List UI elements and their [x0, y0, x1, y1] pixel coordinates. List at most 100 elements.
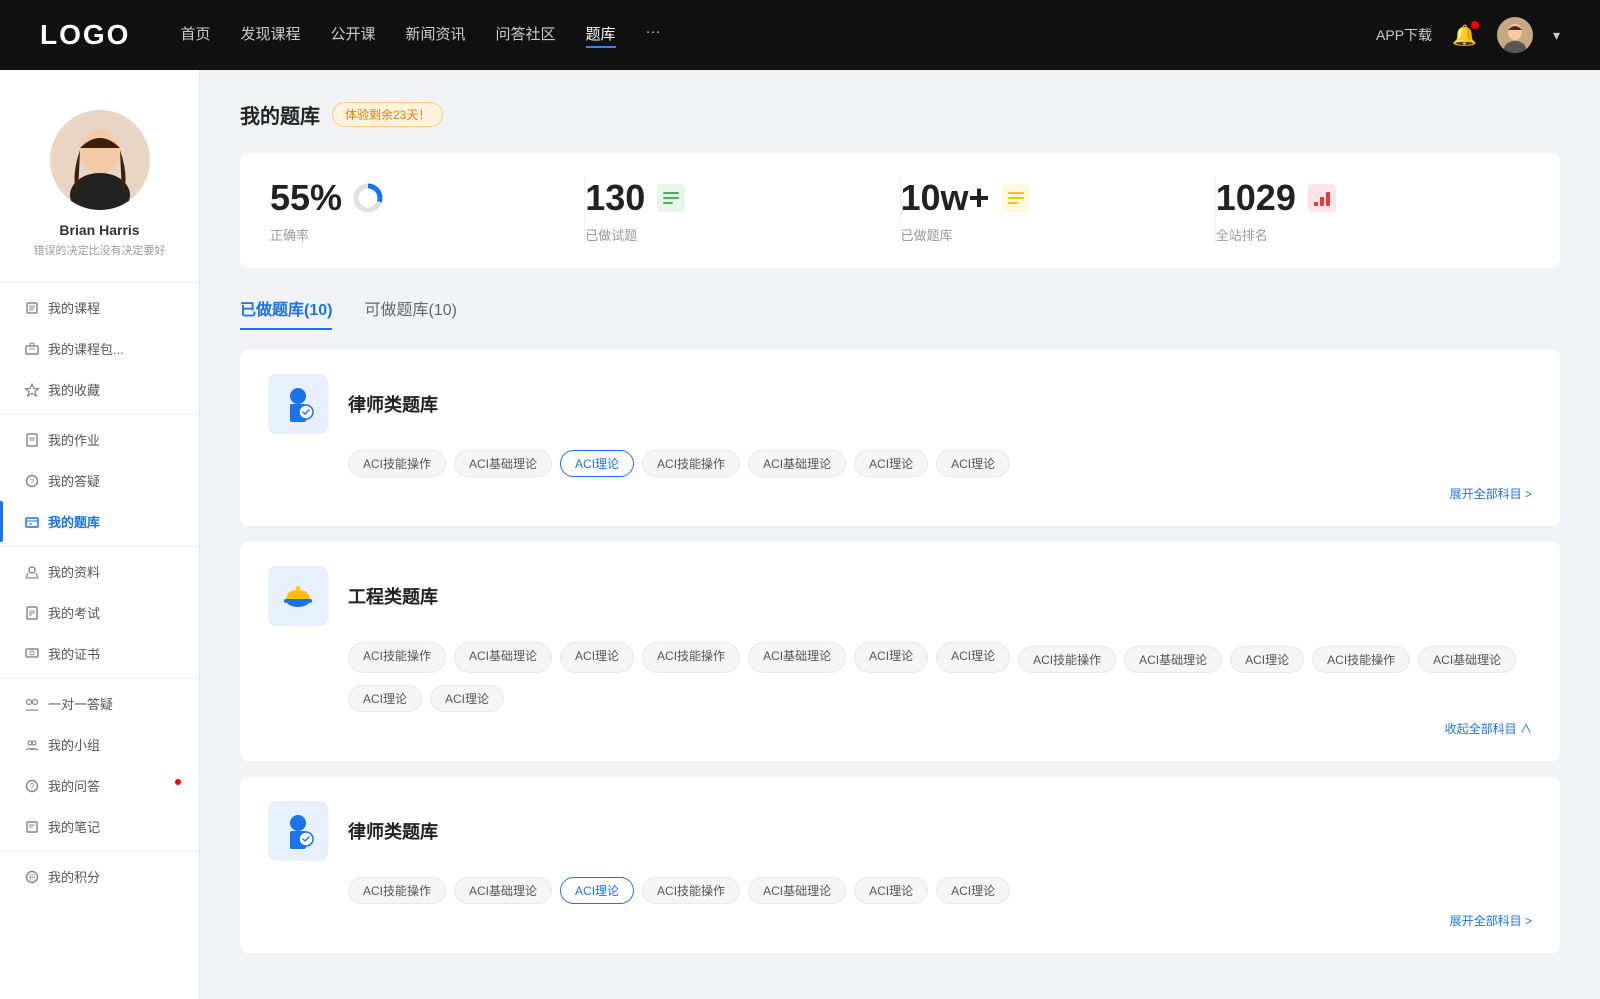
donut-icon — [352, 182, 384, 214]
notification-bell[interactable]: 🔔 — [1452, 23, 1477, 48]
tag-1-0[interactable]: ACI技能操作 — [348, 642, 446, 673]
tag-1-3[interactable]: ACI技能操作 — [642, 642, 740, 673]
bank-card-header-2: 律师类题库 — [268, 801, 1532, 861]
nav-home[interactable]: 首页 — [180, 23, 210, 48]
tag-1-9[interactable]: ACI理论 — [1230, 646, 1304, 673]
tag-1-5[interactable]: ACI理论 — [854, 642, 928, 673]
tag-2-4[interactable]: ACI基础理论 — [748, 877, 846, 904]
sidebar-item-favorite[interactable]: 我的收藏 — [0, 369, 199, 410]
tab-available[interactable]: 可做题库(10) — [364, 296, 456, 330]
expand-link-1[interactable]: 收起全部科目 ∧ — [268, 720, 1532, 737]
tag-1-11[interactable]: ACI基础理论 — [1418, 646, 1516, 673]
stats-row: 55% 正确率 130 — [240, 153, 1560, 268]
stat-value-2: 130 — [585, 177, 645, 219]
page-title: 我的题库 — [240, 100, 320, 129]
sidebar-label-package: 我的课程包... — [48, 339, 124, 358]
sidebar-item-one-one[interactable]: 一对一答疑 — [0, 683, 199, 724]
user-dropdown-arrow[interactable]: ▾ — [1553, 27, 1560, 44]
sidebar-item-bank[interactable]: 我的题库 — [0, 501, 199, 542]
tab-done[interactable]: 已做题库(10) — [240, 296, 332, 330]
stat-bank-done: 10w+ 已做题库 — [901, 177, 1216, 244]
sidebar: Brian Harris 错误的决定比没有决定要好 我的课程 我的课程包... — [0, 70, 200, 999]
tag-0-5[interactable]: ACI理论 — [854, 450, 928, 477]
svg-text:?: ? — [30, 477, 35, 486]
tag-2-0[interactable]: ACI技能操作 — [348, 877, 446, 904]
nav-discover[interactable]: 发现课程 — [240, 23, 300, 48]
engineer-icon-1 — [268, 566, 328, 626]
sidebar-label-material: 我的资料 — [48, 562, 100, 581]
bank-card-1: 工程类题库 ACI技能操作 ACI基础理论 ACI理论 ACI技能操作 ACI基… — [240, 542, 1560, 761]
user-avatar[interactable] — [1497, 17, 1533, 53]
tag-0-3[interactable]: ACI技能操作 — [642, 450, 740, 477]
tag-1-13[interactable]: ACI理论 — [430, 685, 504, 712]
tag-2-5[interactable]: ACI理论 — [854, 877, 928, 904]
bank-tags-0: ACI技能操作 ACI基础理论 ACI理论 ACI技能操作 ACI基础理论 AC… — [268, 450, 1532, 477]
tag-2-6[interactable]: ACI理论 — [936, 877, 1010, 904]
stat-value-4: 1029 — [1216, 177, 1296, 219]
sidebar-item-course[interactable]: 我的课程 — [0, 287, 199, 328]
expand-link-2[interactable]: 展开全部科目 > — [268, 912, 1532, 929]
tag-1-7[interactable]: ACI技能操作 — [1018, 646, 1116, 673]
nav-open[interactable]: 公开课 — [330, 23, 375, 48]
bank-title-2: 律师类题库 — [348, 818, 438, 844]
app-download[interactable]: APP下载 — [1376, 25, 1432, 45]
one-one-icon — [24, 696, 40, 712]
sidebar-label-bank: 我的题库 — [48, 512, 100, 531]
tag-0-6[interactable]: ACI理论 — [936, 450, 1010, 477]
tag-2-2[interactable]: ACI理论 — [560, 877, 634, 904]
star-icon — [24, 382, 40, 398]
tag-1-1[interactable]: ACI基础理论 — [454, 642, 552, 673]
bank-tags-2: ACI技能操作 ACI基础理论 ACI理论 ACI技能操作 ACI基础理论 AC… — [268, 877, 1532, 904]
sidebar-label-question: 我的问答 — [48, 776, 100, 795]
sidebar-item-question[interactable]: ? 我的问答 — [0, 765, 199, 806]
sidebar-item-score[interactable]: 积 我的积分 — [0, 856, 199, 897]
sidebar-item-homework[interactable]: 我的作业 — [0, 419, 199, 460]
bank-title-0: 律师类题库 — [348, 391, 438, 417]
tag-0-0[interactable]: ACI技能操作 — [348, 450, 446, 477]
sidebar-divider-3 — [0, 546, 199, 547]
tag-1-10[interactable]: ACI技能操作 — [1312, 646, 1410, 673]
sidebar-label-homework: 我的作业 — [48, 430, 100, 449]
sidebar-item-cert[interactable]: 我的证书 — [0, 633, 199, 674]
tag-0-4[interactable]: ACI基础理论 — [748, 450, 846, 477]
tag-2-1[interactable]: ACI基础理论 — [454, 877, 552, 904]
nav-qa[interactable]: 问答社区 — [496, 23, 556, 48]
sidebar-item-qa[interactable]: ? 我的答疑 — [0, 460, 199, 501]
tag-0-1[interactable]: ACI基础理论 — [454, 450, 552, 477]
sidebar-item-group[interactable]: 我的小组 — [0, 724, 199, 765]
tag-1-8[interactable]: ACI基础理论 — [1124, 646, 1222, 673]
question-dot — [175, 779, 181, 785]
bank-card-0: 律师类题库 ACI技能操作 ACI基础理论 ACI理论 ACI技能操作 ACI基… — [240, 350, 1560, 526]
sidebar-label-course: 我的课程 — [48, 298, 100, 317]
tag-1-12[interactable]: ACI理论 — [348, 685, 422, 712]
group-icon — [24, 737, 40, 753]
sidebar-item-exam[interactable]: 我的考试 — [0, 592, 199, 633]
nav-news[interactable]: 新闻资讯 — [406, 23, 466, 48]
stat-label-3: 已做题库 — [901, 225, 953, 244]
nav-more[interactable]: ··· — [646, 23, 661, 48]
tag-1-6[interactable]: ACI理论 — [936, 642, 1010, 673]
nav-bank[interactable]: 题库 — [586, 23, 616, 48]
tag-2-3[interactable]: ACI技能操作 — [642, 877, 740, 904]
sidebar-item-material[interactable]: 我的资料 — [0, 551, 199, 592]
sidebar-item-package[interactable]: 我的课程包... — [0, 328, 199, 369]
sidebar-item-note[interactable]: 我的笔记 — [0, 806, 199, 847]
tag-1-4[interactable]: ACI基础理论 — [748, 642, 846, 673]
stat-site-rank: 1029 全站排名 — [1216, 177, 1530, 244]
stat-label-1: 正确率 — [270, 225, 309, 244]
sidebar-label-one-one: 一对一答疑 — [48, 694, 113, 713]
expand-link-0[interactable]: 展开全部科目 > — [268, 485, 1532, 502]
tag-1-2[interactable]: ACI理论 — [560, 642, 634, 673]
navbar: LOGO 首页 发现课程 公开课 新闻资讯 问答社区 题库 ··· APP下载 … — [0, 0, 1600, 70]
sidebar-profile: Brian Harris 错误的决定比没有决定要好 — [0, 90, 199, 278]
note-icon — [24, 819, 40, 835]
sidebar-label-score: 我的积分 — [48, 867, 100, 886]
course-icon — [24, 300, 40, 316]
navbar-right: APP下载 🔔 ▾ — [1376, 17, 1560, 53]
tag-0-2[interactable]: ACI理论 — [560, 450, 634, 477]
bank-card-2: 律师类题库 ACI技能操作 ACI基础理论 ACI理论 ACI技能操作 ACI基… — [240, 777, 1560, 953]
sidebar-divider-4 — [0, 678, 199, 679]
list-yellow-icon — [1000, 182, 1032, 214]
stat-value-1: 55% — [270, 177, 342, 219]
stat-label-2: 已做试题 — [585, 225, 637, 244]
